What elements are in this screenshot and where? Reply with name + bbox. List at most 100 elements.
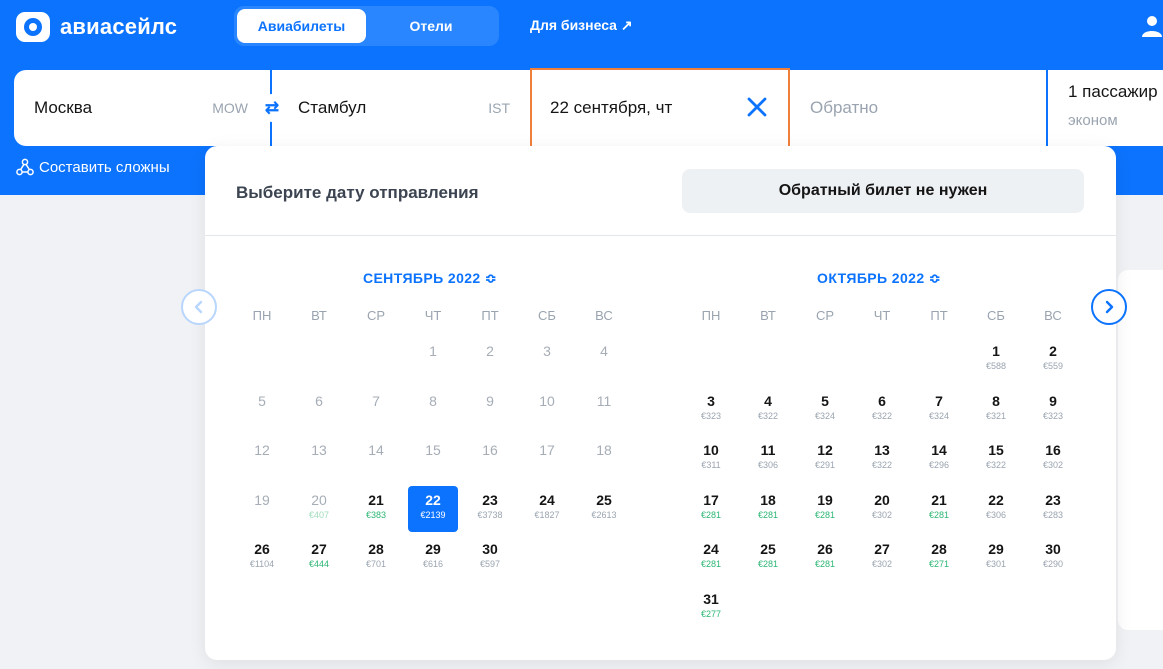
- day-number: 14: [368, 442, 384, 458]
- close-icon[interactable]: [746, 96, 768, 118]
- route-icon: [16, 158, 34, 176]
- day-cell[interactable]: 26 €1104: [237, 535, 287, 581]
- day-number: 2: [486, 343, 494, 359]
- day-price: €281: [814, 559, 836, 569]
- day-number: 5: [821, 392, 829, 409]
- day-cell[interactable]: 16 €302: [1028, 436, 1078, 482]
- tab-hotels[interactable]: Отели: [366, 9, 496, 43]
- day-number: 13: [874, 442, 890, 458]
- day-cell[interactable]: 15 €322: [971, 436, 1021, 482]
- day-price: €324: [928, 410, 950, 421]
- day-cell[interactable]: 26 €281: [800, 535, 850, 581]
- day-number: 2: [1049, 343, 1057, 359]
- day-cell[interactable]: 24 €1827: [522, 486, 572, 532]
- day-price: €277: [700, 608, 722, 619]
- day-number: 9: [486, 392, 494, 409]
- day-cell[interactable]: 30 €290: [1028, 535, 1078, 581]
- day-price: €281: [757, 509, 779, 520]
- day-number: 23: [1045, 491, 1061, 508]
- swap-icon[interactable]: ⇄: [258, 94, 286, 122]
- day-price: €559: [1042, 361, 1064, 371]
- day-cell[interactable]: 23 €3738: [465, 486, 515, 532]
- day-cell[interactable]: 21 €281: [914, 486, 964, 532]
- day-cell[interactable]: 22 €306: [971, 486, 1021, 532]
- day-cell[interactable]: 5 €324: [800, 387, 850, 433]
- day-number: 21: [931, 491, 947, 508]
- day-cell[interactable]: 29 €616: [408, 535, 458, 581]
- prev-month-button[interactable]: [181, 289, 217, 325]
- day-number: 1: [992, 343, 1000, 359]
- day-price: €281: [700, 509, 722, 520]
- day-cell: 17: [522, 436, 572, 482]
- day-cell: 7: [351, 387, 401, 433]
- weekday-label: ПТ: [481, 308, 499, 323]
- business-link[interactable]: Для бизнеса ↗: [530, 17, 633, 34]
- day-cell[interactable]: 23 €283: [1028, 486, 1078, 532]
- complex-route-link[interactable]: Составить сложны: [16, 158, 170, 176]
- tab-flights[interactable]: Авиабилеты: [237, 9, 366, 43]
- day-price: €323: [1042, 410, 1064, 421]
- day-cell[interactable]: 25 €281: [743, 535, 793, 581]
- day-cell: 19: [237, 486, 287, 532]
- day-cell[interactable]: 9 €323: [1028, 387, 1078, 433]
- weekday-label: ПТ: [930, 308, 948, 323]
- destination-field[interactable]: Стамбул IST: [298, 70, 528, 146]
- day-cell[interactable]: 17 €281: [686, 486, 736, 532]
- day-cell[interactable]: 31 €277: [686, 585, 736, 631]
- day-number: 22: [988, 491, 1004, 508]
- day-price: €322: [871, 410, 893, 421]
- day-cell[interactable]: 20 €407: [294, 486, 344, 532]
- day-cell[interactable]: 11 €306: [743, 436, 793, 482]
- day-cell: 2: [465, 337, 515, 383]
- day-price: €701: [365, 559, 387, 569]
- day-cell[interactable]: 24 €281: [686, 535, 736, 581]
- day-cell[interactable]: 13 €322: [857, 436, 907, 482]
- origin-field[interactable]: Москва MOW: [34, 70, 270, 146]
- day-cell[interactable]: 6 €322: [857, 387, 907, 433]
- day-cell[interactable]: 14 €296: [914, 436, 964, 482]
- no-return-button[interactable]: Обратный билет не нужен: [682, 169, 1084, 213]
- day-cell[interactable]: 30 €597: [465, 535, 515, 581]
- user-icon[interactable]: [1140, 15, 1163, 37]
- day-cell[interactable]: 18 €281: [743, 486, 793, 532]
- day-number: 20: [874, 491, 890, 508]
- day-number: 31: [703, 590, 719, 607]
- day-cell: 13: [294, 436, 344, 482]
- day-cell[interactable]: 20 €302: [857, 486, 907, 532]
- day-cell[interactable]: 4 €322: [743, 387, 793, 433]
- day-cell[interactable]: 25 €2613: [579, 486, 629, 532]
- weekday-label: СР: [815, 308, 835, 323]
- day-price: €322: [871, 460, 893, 470]
- day-cell[interactable]: 1 €588: [971, 337, 1021, 383]
- depart-date-field[interactable]: 22 сентября, чт: [530, 68, 790, 148]
- weekday-label: СБ: [987, 308, 1005, 323]
- day-cell[interactable]: 29 €301: [971, 535, 1021, 581]
- day-cell[interactable]: 28 €271: [914, 535, 964, 581]
- day-cell[interactable]: 21 €383: [351, 486, 401, 532]
- day-price: €281: [700, 559, 722, 569]
- day-cell[interactable]: 12 €291: [800, 436, 850, 482]
- day-cell[interactable]: 28 €701: [351, 535, 401, 581]
- day-number: 4: [600, 343, 608, 359]
- day-number: 21: [368, 491, 384, 508]
- day-cell: 9: [465, 387, 515, 433]
- day-cell[interactable]: 8 €321: [971, 387, 1021, 433]
- next-month-button[interactable]: [1091, 289, 1127, 325]
- day-price: €306: [757, 460, 779, 470]
- passengers-field[interactable]: 1 пассажир: [1068, 82, 1158, 102]
- month-title[interactable]: СЕНТЯБРЬ 2022 ≎: [234, 270, 626, 287]
- day-cell[interactable]: 3 €323: [686, 387, 736, 433]
- brand-logo[interactable]: авиасейлс: [16, 12, 177, 42]
- day-price: €311: [701, 460, 721, 470]
- day-cell[interactable]: 7 €324: [914, 387, 964, 433]
- return-date-field[interactable]: Обратно: [810, 70, 878, 146]
- month-title[interactable]: ОКТЯБРЬ 2022 ≎: [683, 270, 1075, 287]
- day-cell-selected[interactable]: 22 €2139: [408, 485, 458, 532]
- day-cell[interactable]: 27 €302: [857, 535, 907, 581]
- day-number: 27: [874, 541, 890, 557]
- day-cell[interactable]: 27 €444: [294, 535, 344, 581]
- day-cell[interactable]: 19 €281: [800, 486, 850, 532]
- day-cell[interactable]: 10 €311: [686, 436, 736, 482]
- day-cell[interactable]: 2 €559: [1028, 337, 1078, 383]
- day-number: 13: [311, 442, 327, 458]
